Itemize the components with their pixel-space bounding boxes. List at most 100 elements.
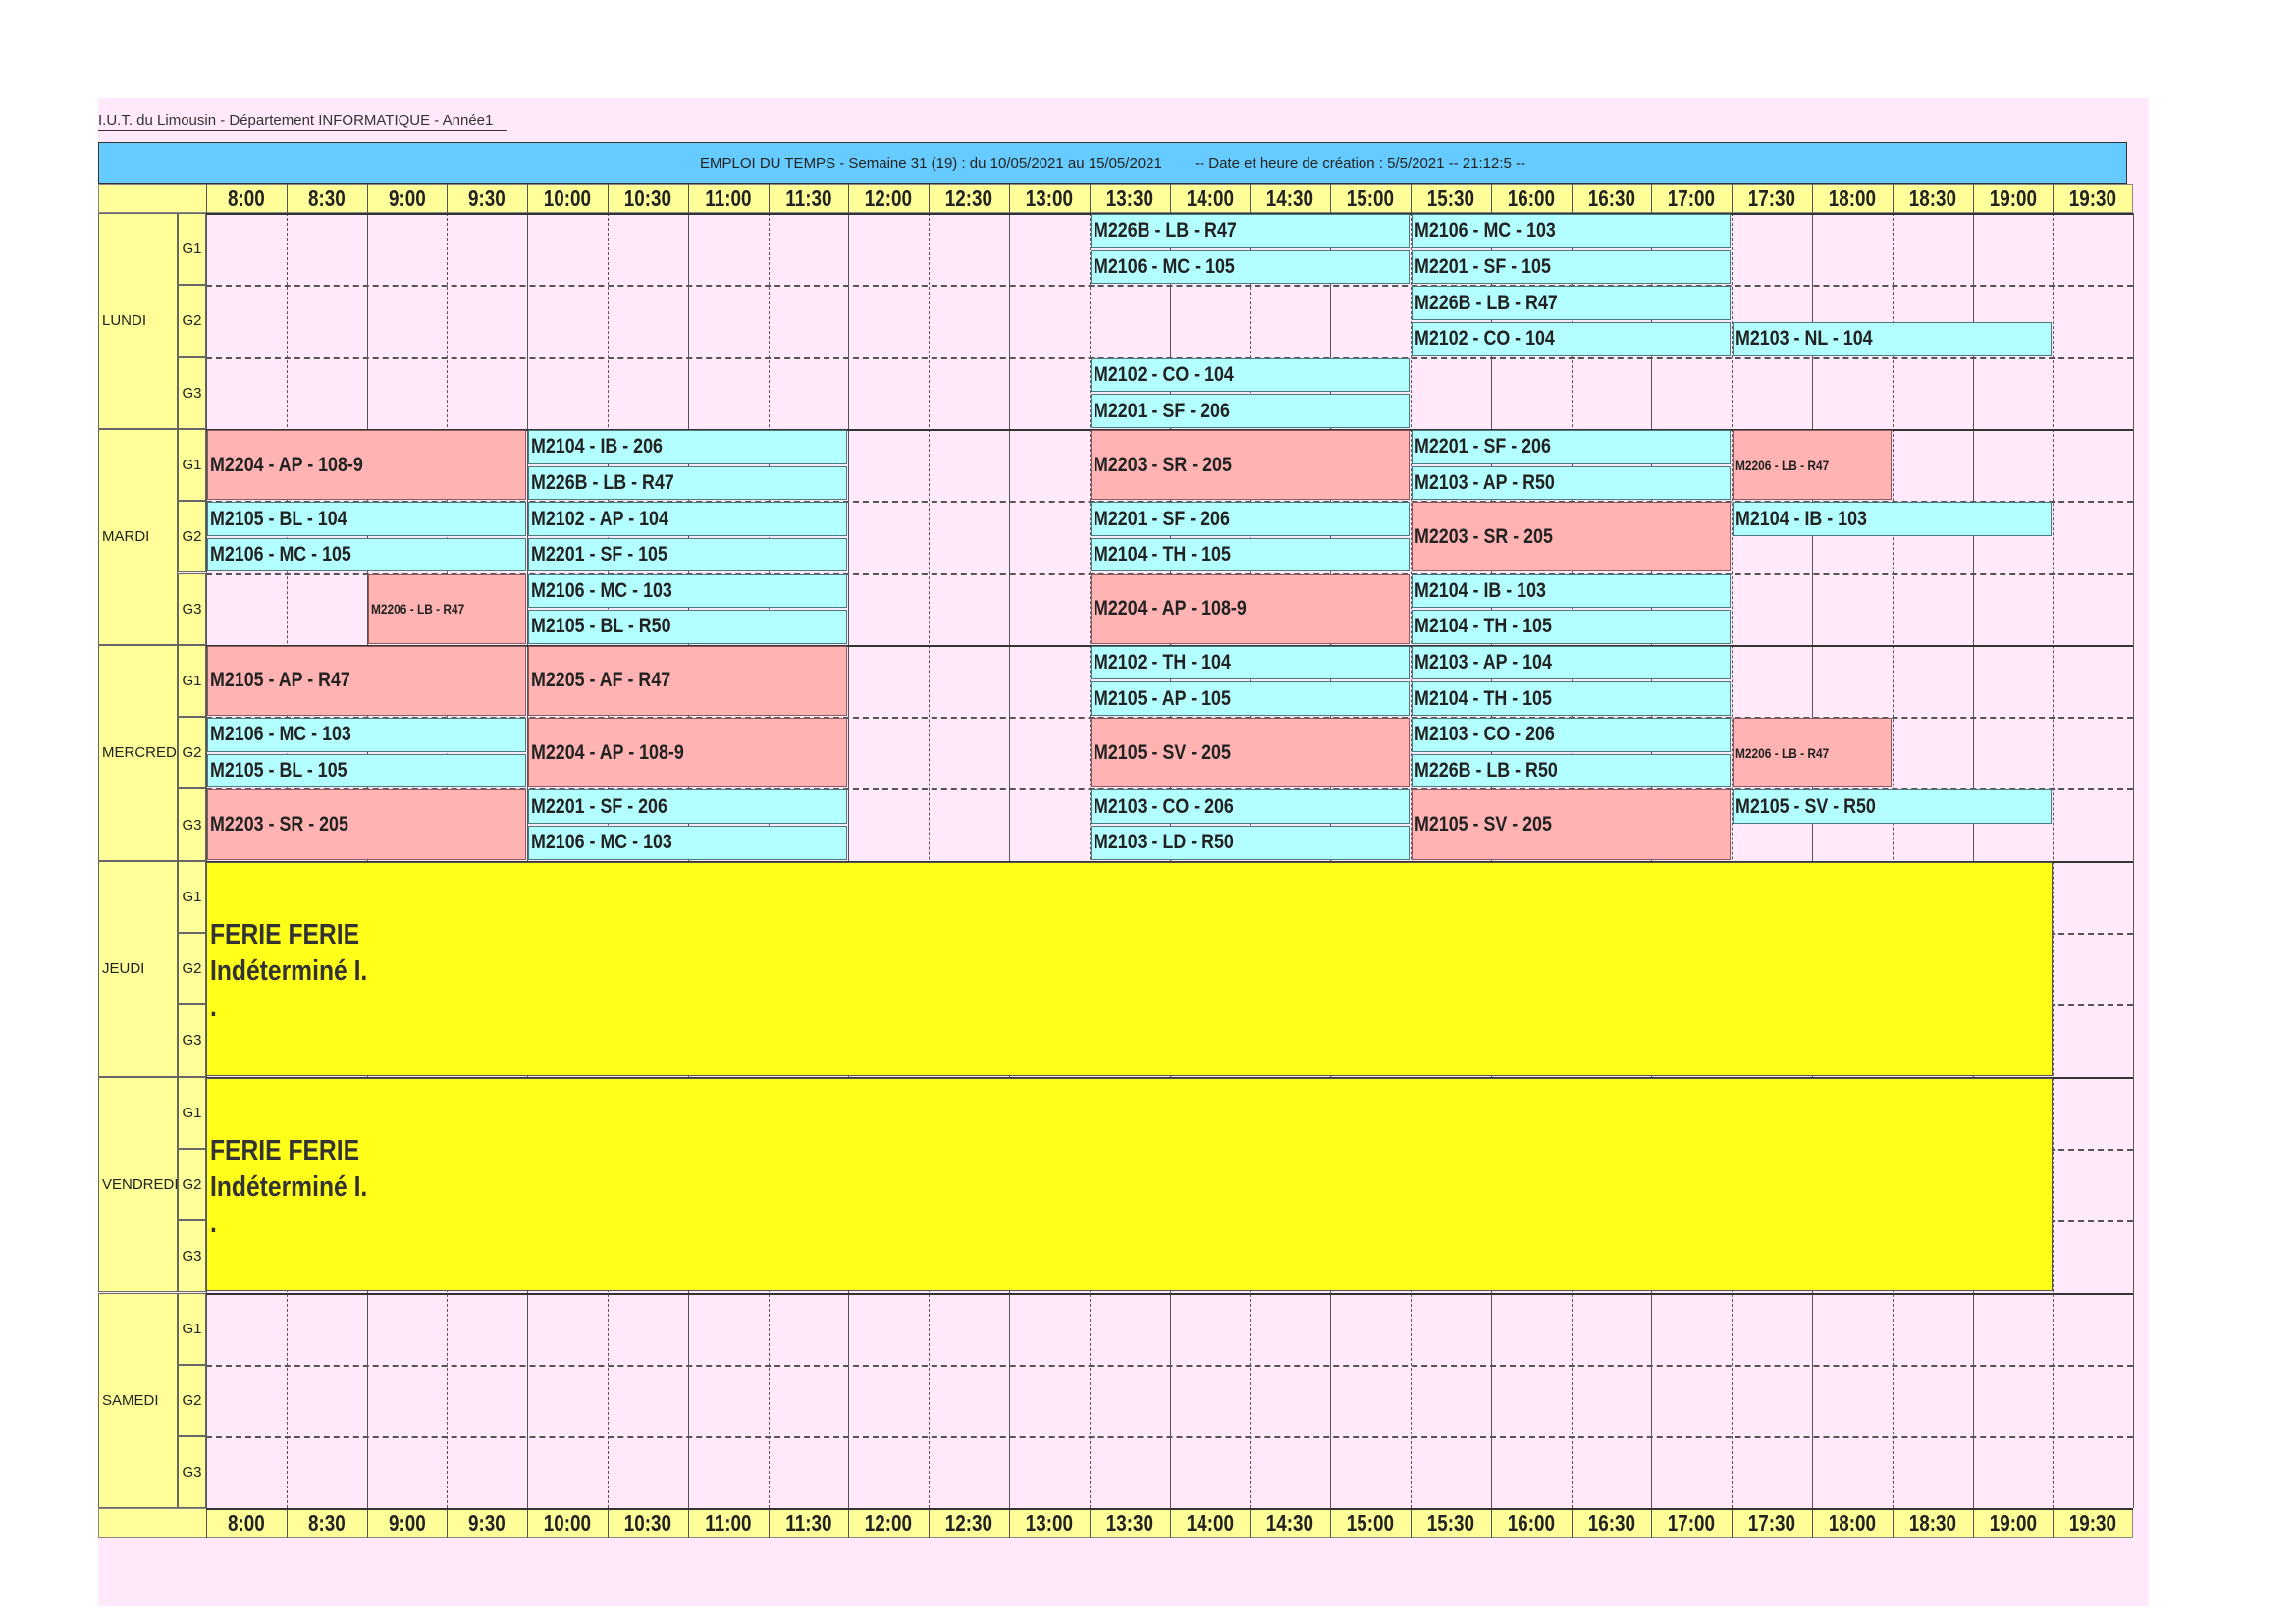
- day-divider: [206, 1508, 2134, 1511]
- time-label: 19:00: [1989, 186, 2037, 211]
- time-header-divider: [286, 184, 288, 213]
- course-block[interactable]: M2203 - SR - 205: [207, 789, 527, 860]
- course-block[interactable]: M2201 - SF - 105: [1412, 249, 1732, 285]
- course-label: M226B - LB - R50: [1415, 759, 1558, 783]
- course-label: M2102 - TH - 104: [1093, 651, 1231, 675]
- course-block[interactable]: M2206 - LB - R47: [1733, 718, 1892, 788]
- course-block[interactable]: M2106 - MC - 105: [207, 537, 527, 572]
- course-block[interactable]: M2204 - AP - 108-9: [1090, 573, 1410, 644]
- time-label: 15:00: [1346, 1510, 1395, 1537]
- course-label: M2106 - MC - 105: [1093, 254, 1235, 278]
- course-label: M2201 - SF - 206: [531, 794, 668, 818]
- course-block[interactable]: M2103 - CO - 206: [1412, 718, 1732, 752]
- course-block[interactable]: M2203 - SR - 205: [1412, 502, 1732, 572]
- time-label: 17:30: [1747, 1510, 1796, 1537]
- course-block[interactable]: M2102 - CO - 104: [1090, 357, 1410, 393]
- course-label: M226B - LB - R47: [531, 470, 675, 494]
- time-label: 8:30: [307, 1510, 346, 1537]
- course-block[interactable]: M226B - LB - R47: [1090, 214, 1410, 248]
- course-block[interactable]: M2104 - IB - 103: [1733, 502, 2053, 536]
- course-block[interactable]: M2106 - MC - 103: [207, 718, 527, 752]
- course-label: M2104 - IB - 103: [1735, 507, 1868, 530]
- course-label: M2201 - SF - 206: [1093, 507, 1230, 530]
- course-block[interactable]: M2102 - AP - 104: [528, 502, 848, 536]
- course-block[interactable]: M2105 - AP - 105: [1090, 681, 1410, 717]
- time-label: 19:00: [1989, 1510, 2037, 1537]
- time-header-divider: [1812, 1508, 1813, 1539]
- course-block[interactable]: M226B - LB - R50: [1412, 753, 1732, 788]
- time-header-divider: [2053, 1508, 2055, 1539]
- time-label: 12:00: [865, 1510, 913, 1537]
- holiday-block[interactable]: FERIE FERIE Indéterminé I..: [206, 861, 2054, 1076]
- group-divider: [206, 285, 2134, 288]
- time-header-divider: [1651, 184, 1653, 213]
- course-label: M2105 - BL - 104: [210, 507, 347, 530]
- course-block[interactable]: M2201 - SF - 206: [1090, 394, 1410, 428]
- course-block[interactable]: M2206 - LB - R47: [367, 573, 527, 644]
- time-label: 18:30: [1908, 1510, 1956, 1537]
- time-header-divider: [527, 1508, 529, 1539]
- course-block[interactable]: M2106 - MC - 103: [528, 826, 848, 860]
- course-block[interactable]: M2105 - AP - R47: [207, 645, 527, 717]
- course-block[interactable]: M2201 - SF - 206: [528, 789, 848, 825]
- course-block[interactable]: M2102 - TH - 104: [1090, 645, 1410, 680]
- course-block[interactable]: M2103 - CO - 206: [1090, 789, 1410, 825]
- course-block[interactable]: M2201 - SF - 105: [528, 537, 848, 572]
- time-label: 11:30: [784, 1510, 832, 1537]
- course-block[interactable]: M2206 - LB - R47: [1733, 429, 1892, 501]
- course-block[interactable]: M2105 - SV - 205: [1412, 789, 1732, 860]
- course-block[interactable]: M2204 - AP - 108-9: [207, 429, 527, 501]
- course-label: M2103 - AP - 104: [1415, 651, 1552, 675]
- course-block[interactable]: M2106 - MC - 103: [528, 573, 848, 609]
- course-block[interactable]: M2204 - AP - 108-9: [528, 718, 848, 788]
- holiday-block[interactable]: FERIE FERIE Indéterminé I..: [206, 1077, 2054, 1292]
- course-block[interactable]: M2105 - BL - 105: [207, 753, 527, 788]
- course-block[interactable]: M2103 - AP - 104: [1412, 645, 1732, 680]
- course-block[interactable]: M2102 - CO - 104: [1412, 321, 1732, 356]
- time-header-divider: [1732, 1508, 1734, 1539]
- group-label: G3: [178, 788, 206, 861]
- course-block[interactable]: M2105 - BL - 104: [207, 502, 527, 536]
- day-label: MARDI: [98, 428, 178, 645]
- course-block[interactable]: M2201 - SF - 206: [1412, 429, 1732, 464]
- course-label: M2105 - AP - R47: [210, 669, 350, 692]
- course-block[interactable]: M2105 - SV - R50: [1733, 789, 2053, 825]
- day-label: VENDREDI: [98, 1076, 179, 1293]
- time-label: 12:30: [944, 1510, 993, 1537]
- time-label: 11:00: [705, 1510, 752, 1537]
- time-label: 18:30: [1908, 186, 1956, 211]
- course-block[interactable]: M2103 - NL - 104: [1733, 321, 2053, 356]
- time-label: 19:30: [2069, 1510, 2117, 1537]
- course-block[interactable]: M2104 - TH - 105: [1412, 610, 1732, 644]
- time-header-divider: [1812, 184, 1813, 213]
- course-block[interactable]: M2104 - IB - 206: [528, 429, 848, 464]
- time-label: 13:00: [1025, 1510, 1074, 1537]
- course-block[interactable]: M2103 - LD - R50: [1090, 826, 1410, 860]
- time-label: 14:30: [1266, 186, 1314, 211]
- time-label: 17:00: [1668, 1510, 1716, 1537]
- course-block[interactable]: M2105 - SV - 205: [1090, 718, 1410, 788]
- course-block[interactable]: M226B - LB - R47: [1412, 286, 1732, 320]
- course-label: M2104 - TH - 105: [1093, 543, 1231, 567]
- course-block[interactable]: M2203 - SR - 205: [1090, 429, 1410, 501]
- course-block[interactable]: M2105 - BL - R50: [528, 610, 848, 644]
- time-header-divider: [687, 1508, 689, 1539]
- course-block[interactable]: M2201 - SF - 206: [1090, 502, 1410, 536]
- time-header-divider: [366, 184, 368, 213]
- time-header-divider: [1250, 1508, 1252, 1539]
- course-block[interactable]: M2205 - AF - R47: [528, 645, 848, 717]
- course-block[interactable]: M2106 - MC - 105: [1090, 249, 1410, 285]
- course-label: M2102 - AP - 104: [531, 507, 669, 530]
- course-block[interactable]: M2104 - TH - 105: [1090, 537, 1410, 572]
- course-block[interactable]: M2106 - MC - 103: [1412, 214, 1732, 248]
- course-block[interactable]: M2103 - AP - R50: [1412, 465, 1732, 501]
- time-label: 13:30: [1105, 186, 1153, 211]
- group-label: G3: [178, 1004, 206, 1077]
- time-header-divider: [1972, 184, 1974, 213]
- time-header-divider: [768, 184, 770, 213]
- time-header-divider: [1651, 1508, 1653, 1539]
- course-block[interactable]: M2104 - IB - 103: [1412, 573, 1732, 609]
- course-block[interactable]: M226B - LB - R47: [528, 465, 848, 501]
- course-block[interactable]: M2104 - TH - 105: [1412, 681, 1732, 717]
- course-label: M2105 - BL - R50: [531, 615, 671, 638]
